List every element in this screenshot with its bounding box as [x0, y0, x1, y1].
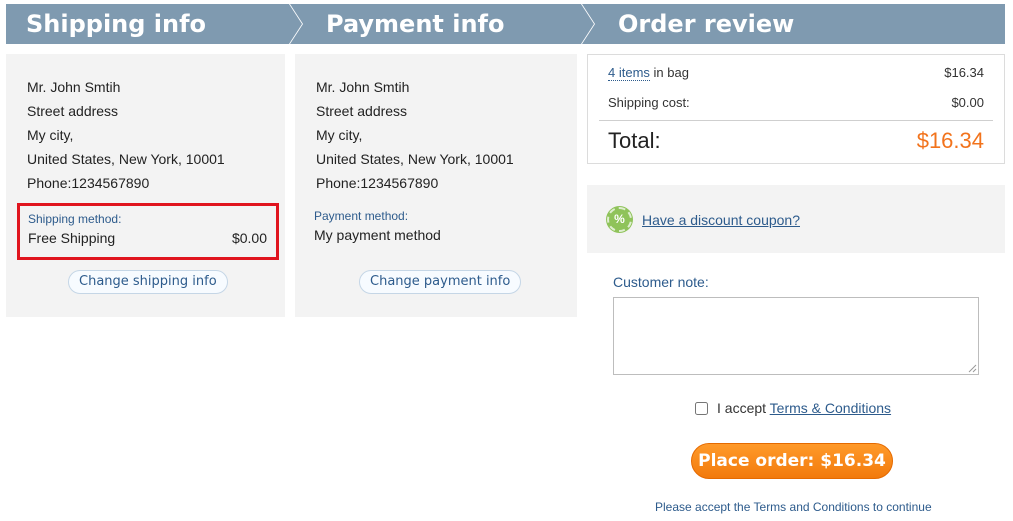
terms-warning-text: Please accept the Terms and Conditions t…	[655, 500, 932, 514]
shipping-address-phone: Phone:1234567890	[27, 175, 150, 191]
checkout-steps: Shipping info Payment info Order review	[6, 4, 1005, 44]
shipping-address-city: My city,	[27, 127, 74, 143]
items-in-bag-link[interactable]: 4 items	[608, 65, 650, 81]
total-label: Total:	[608, 128, 661, 153]
payment-info-panel: Mr. John Smtih Street address My city, U…	[295, 54, 577, 317]
terms-text: I accept Terms & Conditions	[717, 400, 891, 416]
shipping-address-name: Mr. John Smtih	[27, 79, 121, 95]
shipping-address-country: United States, New York, 10001	[27, 151, 225, 167]
order-summary: 4 items in bag $16.34 Shipping cost: $0.…	[587, 54, 1005, 164]
billing-address-city: My city,	[316, 127, 363, 143]
place-order-button[interactable]: Place order: $16.34	[691, 443, 893, 479]
summary-divider	[599, 120, 993, 121]
items-amount: $16.34	[944, 65, 984, 80]
resize-grip-icon[interactable]	[968, 364, 977, 373]
change-shipping-info-button[interactable]: Change shipping info	[68, 270, 228, 294]
shipping-cost-row: Shipping cost: $0.00	[608, 95, 984, 110]
shipping-method-label: Shipping method:	[28, 212, 122, 226]
billing-address-name: Mr. John Smtih	[316, 79, 410, 95]
change-payment-info-button[interactable]: Change payment info	[359, 270, 522, 294]
items-row: 4 items in bag $16.34	[608, 65, 984, 81]
billing-address-street: Street address	[316, 103, 408, 119]
customer-note-label: Customer note:	[613, 274, 709, 290]
payment-method-name: My payment method	[314, 227, 441, 243]
coupon-section: % Have a discount coupon?	[587, 185, 1005, 253]
shipping-method-price: $0.00	[231, 230, 267, 246]
terms-conditions-link[interactable]: Terms & Conditions	[770, 400, 891, 416]
billing-address-phone: Phone:1234567890	[316, 175, 439, 191]
shipping-cost-label: Shipping cost:	[608, 95, 690, 110]
payment-method-label: Payment method:	[314, 209, 409, 223]
total-amount: $16.34	[916, 128, 984, 153]
percent-badge-icon: %	[607, 207, 632, 232]
shipping-method-box: Shipping method: Free Shipping $0.00	[17, 203, 279, 260]
customer-note-field[interactable]	[613, 297, 979, 375]
step-payment-info[interactable]: Payment info	[290, 4, 594, 44]
terms-prefix: I accept	[717, 400, 770, 416]
accept-terms-checkbox[interactable]	[695, 402, 708, 415]
step-shipping-info[interactable]: Shipping info	[6, 4, 302, 44]
shipping-cost-amount: $0.00	[951, 95, 984, 110]
items-suffix: in bag	[649, 65, 689, 80]
discount-coupon-link[interactable]: Have a discount coupon?	[642, 212, 800, 228]
billing-address-country: United States, New York, 10001	[316, 151, 514, 167]
billing-address: Mr. John Smtih Street address My city, U…	[316, 75, 514, 195]
shipping-address: Mr. John Smtih Street address My city, U…	[27, 75, 225, 195]
shipping-address-street: Street address	[27, 103, 119, 119]
shipping-method-name: Free Shipping	[28, 230, 116, 246]
shipping-info-panel: Mr. John Smtih Street address My city, U…	[6, 54, 285, 317]
step-order-review: Order review	[582, 4, 1005, 44]
